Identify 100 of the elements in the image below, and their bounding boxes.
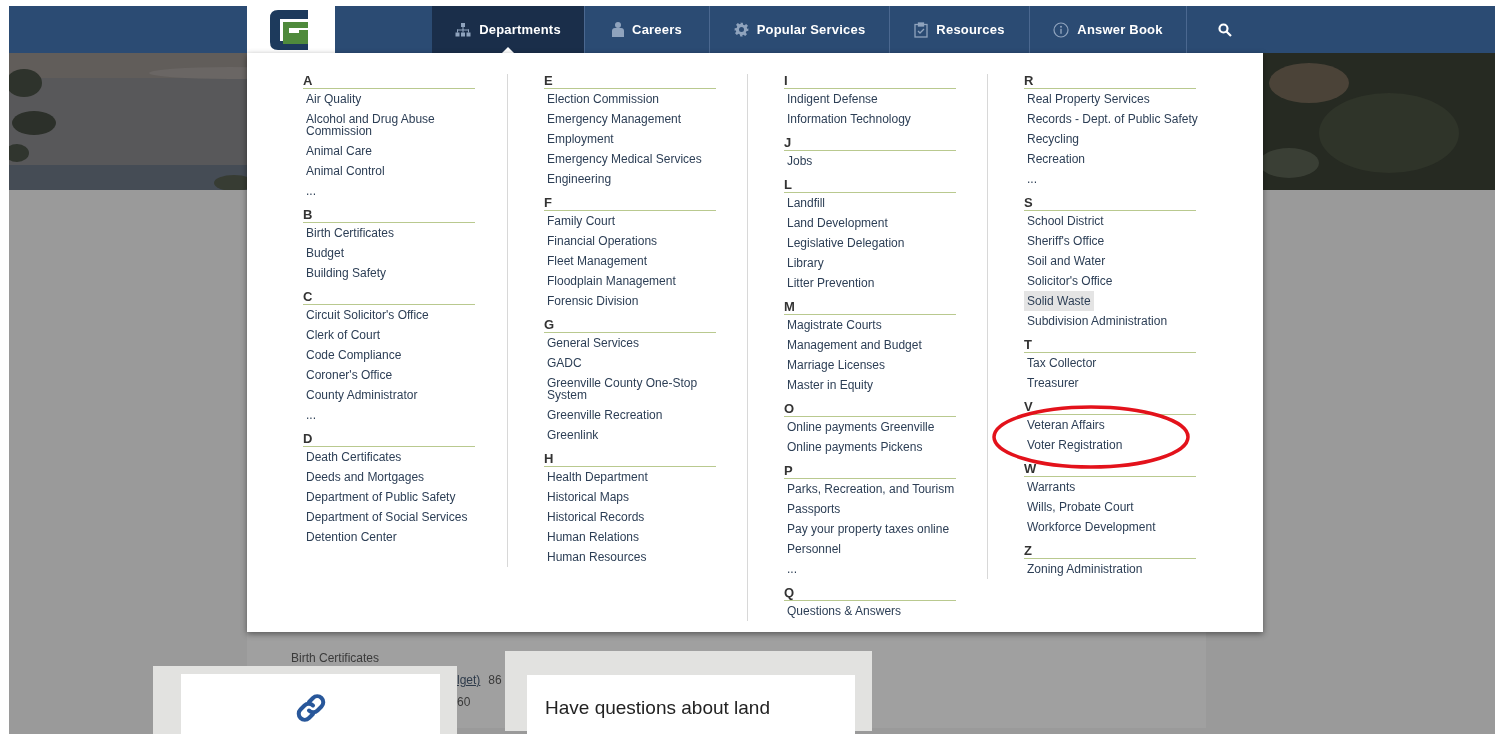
menu-link[interactable]: Greenlink (544, 425, 602, 445)
page-text: 60 (457, 695, 471, 711)
page-text: Birth Certificates (291, 651, 380, 667)
menu-link[interactable]: Detention Center (303, 527, 400, 547)
menu-link[interactable]: Parks, Recreation, and Tourism (784, 479, 958, 499)
section-letter: A (303, 73, 313, 88)
section-letter: T (1024, 337, 1032, 352)
menu-link[interactable]: Legislative Delegation (784, 233, 908, 253)
menu-link[interactable]: Building Safety (303, 263, 390, 283)
menu-link[interactable]: Zoning Administration (1024, 559, 1146, 579)
menu-link[interactable]: Land Development (784, 213, 891, 233)
menu-link[interactable]: Emergency Management (544, 109, 685, 129)
menu-link[interactable]: Historical Maps (544, 487, 633, 507)
menu-link[interactable]: Indigent Defense (784, 89, 881, 109)
menu-link[interactable]: Online payments Pickens (784, 437, 926, 457)
section-letter: M (784, 299, 795, 314)
menu-link[interactable]: Greenville County One-Stop System (544, 373, 735, 405)
menu-link[interactable]: Treasurer (1024, 373, 1082, 393)
menu-link[interactable]: ... (1024, 169, 1040, 189)
menu-link[interactable]: Human Relations (544, 527, 643, 547)
menu-link[interactable]: School District (1024, 211, 1107, 231)
menu-link[interactable]: Information Technology (784, 109, 914, 129)
section-letter: S (1024, 195, 1033, 210)
menu-link[interactable]: Pay your property taxes online (784, 519, 953, 539)
sitemap-icon (455, 22, 472, 37)
section-letter: Q (784, 585, 795, 600)
info-icon (1053, 21, 1070, 38)
menu-link[interactable]: Solicitor's Office (1024, 271, 1116, 291)
menu-link[interactable]: Circuit Solicitor's Office (303, 305, 432, 325)
menu-link[interactable]: Litter Prevention (784, 273, 878, 293)
menu-link[interactable]: Online payments Greenville (784, 417, 938, 437)
menu-link[interactable]: Warrants (1024, 477, 1079, 497)
menu-link[interactable]: Election Commission (544, 89, 663, 109)
section-letter: E (544, 73, 553, 88)
menu-link[interactable]: Solid Waste (1024, 291, 1094, 311)
menu-link[interactable]: Passports (784, 499, 844, 519)
menu-link[interactable]: Magistrate Courts (784, 315, 885, 335)
menu-link[interactable]: Floodplain Management (544, 271, 679, 291)
menu-link[interactable]: Fleet Management (544, 251, 651, 271)
menu-link[interactable]: Library (784, 253, 827, 273)
menu-link[interactable]: Alcohol and Drug Abuse Commission (303, 109, 494, 141)
gear-icon (733, 22, 749, 37)
section-letter: D (303, 431, 313, 446)
menu-link[interactable]: Department of Public Safety (303, 487, 459, 507)
menu-link[interactable]: Landfill (784, 193, 829, 213)
section-letter: J (784, 135, 792, 150)
menu-link[interactable]: Real Property Services (1024, 89, 1153, 109)
menu-link[interactable]: Deeds and Mortgages (303, 467, 428, 487)
section-letter: W (1024, 461, 1037, 476)
page-text: 86 (488, 673, 502, 689)
menu-link[interactable]: ... (303, 405, 319, 425)
menu-link[interactable]: Clerk of Court (303, 325, 384, 345)
menu-link[interactable]: Management and Budget (784, 335, 925, 355)
menu-link[interactable]: Animal Control (303, 161, 388, 181)
menu-link[interactable]: Employment (544, 129, 617, 149)
card-text: Have questions about land (545, 696, 771, 720)
menu-link[interactable]: Financial Operations (544, 231, 661, 251)
menu-link[interactable]: Questions & Answers (784, 601, 905, 621)
search-icon[interactable] (1218, 22, 1232, 37)
menu-link[interactable]: Human Resources (544, 547, 650, 567)
menu-link[interactable]: ... (303, 181, 319, 201)
menu-link[interactable]: Master in Equity (784, 375, 877, 395)
menu-link[interactable]: Marriage Licenses (784, 355, 889, 375)
menu-link[interactable]: Family Court (544, 211, 618, 231)
menu-link[interactable]: Recycling (1024, 129, 1083, 149)
menu-link[interactable]: Birth Certificates (303, 223, 398, 243)
menu-link[interactable]: Recreation (1024, 149, 1089, 169)
menu-link[interactable]: GADC (544, 353, 585, 373)
menu-link[interactable]: Greenville Recreation (544, 405, 666, 425)
menu-link[interactable]: Animal Care (303, 141, 376, 161)
menu-link[interactable]: Wills, Probate Court (1024, 497, 1137, 517)
section-letter: V (1024, 399, 1033, 414)
menu-link[interactable]: Air Quality (303, 89, 365, 109)
menu-link[interactable]: Veteran Affairs (1024, 415, 1108, 435)
menu-link[interactable]: Jobs (784, 151, 816, 171)
section-letter: P (784, 463, 793, 478)
menu-link[interactable]: Death Certificates (303, 447, 405, 467)
menu-link[interactable]: Sheriff's Office (1024, 231, 1108, 251)
nav-tab[interactable]: Departments (432, 6, 585, 53)
menu-link[interactable]: Forensic Division (544, 291, 642, 311)
menu-link[interactable]: Soil and Water (1024, 251, 1109, 271)
menu-link[interactable]: Tax Collector (1024, 353, 1100, 373)
menu-link[interactable]: Historical Records (544, 507, 648, 527)
menu-link[interactable]: Voter Registration (1024, 435, 1126, 455)
menu-link[interactable]: Health Department (544, 467, 651, 487)
menu-link[interactable]: Engineering (544, 169, 615, 189)
menu-link[interactable]: Workforce Development (1024, 517, 1159, 537)
menu-link[interactable]: Subdivision Administration (1024, 311, 1171, 331)
menu-link[interactable]: Budget (303, 243, 348, 263)
menu-link[interactable]: County Administrator (303, 385, 421, 405)
menu-link[interactable]: ... (784, 559, 800, 579)
section-letter: Z (1024, 543, 1032, 558)
menu-link[interactable]: Coroner's Office (303, 365, 396, 385)
menu-link[interactable]: Emergency Medical Services (544, 149, 705, 169)
text-link[interactable]: lget) (457, 673, 481, 695)
menu-link[interactable]: Records - Dept. of Public Safety (1024, 109, 1201, 129)
menu-link[interactable]: General Services (544, 333, 643, 353)
menu-link[interactable]: Department of Social Services (303, 507, 471, 527)
menu-link[interactable]: Personnel (784, 539, 845, 559)
menu-link[interactable]: Code Compliance (303, 345, 405, 365)
